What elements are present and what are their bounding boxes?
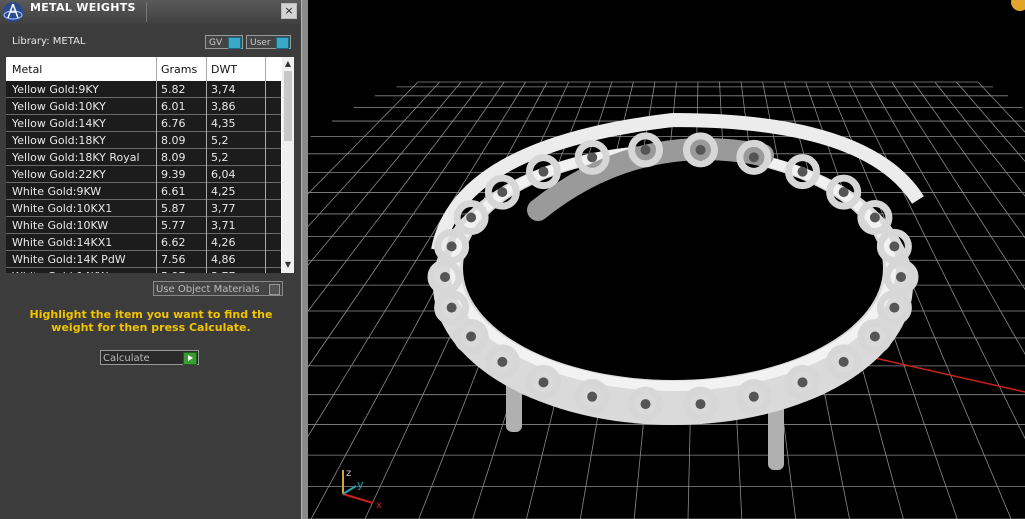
scroll-thumb[interactable] [284,71,292,141]
calculate-go-button[interactable] [183,352,197,365]
metal-cell: White Gold:14KX1 [12,236,113,249]
grams-cell: 8.09 [161,134,186,147]
instruction-text: Highlight the item you want to find the … [29,308,273,334]
metal-cell: White Gold:10KW [12,219,109,232]
grams-cell: 6.62 [161,236,186,249]
library-label: Library: METAL [12,36,86,47]
viewport-canvas: z y x [308,0,1025,519]
column-divider [265,57,266,273]
grams-cell: 5.82 [161,83,186,96]
metal-cell: Yellow Gold:9KY [12,83,99,96]
scroll-down-icon[interactable]: ▼ [283,260,293,270]
column-divider [206,57,207,273]
metal-cell: White Gold:9KW [12,185,102,198]
3d-viewport[interactable]: z y x [308,0,1025,519]
triad-y-label: y [357,478,364,491]
grams-cell: 6.61 [161,185,186,198]
gv-toggle[interactable]: GV [205,35,243,49]
dwt-cell: 4,25 [211,185,236,198]
grams-cell: 5.87 [161,202,186,215]
table-row[interactable]: Yellow Gold:10KY 6.01 3,86 [6,98,281,115]
grams-cell: 7.56 [161,253,186,266]
dwt-cell: 3,77 [211,270,236,273]
table-row[interactable]: White Gold:10KW 5.77 3,71 [6,217,281,234]
table-row[interactable]: White Gold:9KW 6.61 4,25 [6,183,281,200]
close-button[interactable]: × [281,3,297,19]
titlebar-divider [146,2,147,22]
column-header-metal[interactable]: Metal [12,63,42,76]
panel-titlebar[interactable]: METAL WEIGHTS × [0,0,301,24]
dwt-cell: 6,04 [211,168,236,181]
use-object-materials-label: Use Object Materials [156,284,260,295]
user-toggle-switch-icon [276,37,289,49]
table-row[interactable]: White Gold:10KX1 5.87 3,77 [6,200,281,217]
metal-weights-panel: METAL WEIGHTS × Library: METAL GV User M… [0,0,301,519]
scroll-up-icon[interactable]: ▲ [283,59,293,69]
column-header-grams[interactable]: Grams [161,63,197,76]
metal-cell: White Gold:14K PdW [12,253,126,266]
triad-x-label: x [376,500,382,511]
grams-cell: 6.76 [161,117,186,130]
table-header: Metal Grams DWT [6,57,281,82]
dwt-cell: 4,26 [211,236,236,249]
table-row[interactable]: White Gold:14K PdW 7.56 4,86 [6,251,281,268]
dwt-cell: 3,74 [211,83,236,96]
viewport-corner-widget-icon[interactable] [1011,0,1025,11]
dwt-cell: 3,77 [211,202,236,215]
grams-cell: 5.77 [161,219,186,232]
use-object-materials-checkbox[interactable]: Use Object Materials [153,281,283,296]
table-scrollbar[interactable]: ▲ ▼ [282,57,294,273]
calculate-dropdown[interactable]: Calculate [100,350,199,365]
calculate-label: Calculate [103,353,150,364]
gv-toggle-label: GV [209,38,223,48]
grams-cell: 6.01 [161,100,186,113]
table-row[interactable]: Yellow Gold:18KY Royal 8.09 5,2 [6,149,281,166]
metal-cell: Yellow Gold:18KY Royal [12,151,140,164]
table-row[interactable]: Yellow Gold:9KY 5.82 3,74 [6,81,281,98]
metal-cell: White Gold:10KX1 [12,202,113,215]
user-toggle[interactable]: User [246,35,291,49]
app-logo-icon [3,2,23,22]
table-row[interactable]: White Gold:14KW 5.97 3,77 [6,268,281,273]
triad-z-label: z [346,468,351,479]
metal-cell: Yellow Gold:18KY [12,134,106,147]
column-divider [156,57,157,273]
panel-title: METAL WEIGHTS [30,1,136,14]
ring-band-hole [463,156,883,380]
metal-cell: Yellow Gold:14KY [12,117,106,130]
dwt-cell: 5,2 [211,151,229,164]
user-toggle-label: User [250,38,271,48]
metal-cell: White Gold:14KW [12,270,108,273]
table-row[interactable]: Yellow Gold:22KY 9.39 6,04 [6,166,281,183]
metal-cell: Yellow Gold:10KY [12,100,106,113]
dwt-cell: 3,71 [211,219,236,232]
panel-splitter[interactable] [301,0,308,519]
grams-cell: 9.39 [161,168,186,181]
axis-triad: z y x [342,468,382,511]
checkbox-icon [269,284,280,295]
table-body: Yellow Gold:9KY 5.82 3,74 Yellow Gold:10KY 6… [6,81,281,273]
gv-toggle-switch-icon [228,37,241,49]
column-header-dwt[interactable]: DWT [211,63,237,76]
dwt-cell: 4,35 [211,117,236,130]
table-row[interactable]: Yellow Gold:18KY 8.09 5,2 [6,132,281,149]
dwt-cell: 5,2 [211,134,229,147]
grams-cell: 8.09 [161,151,186,164]
dwt-cell: 3,86 [211,100,236,113]
metal-cell: Yellow Gold:22KY [12,168,106,181]
table-row[interactable]: Yellow Gold:14KY 6.76 4,35 [6,115,281,132]
grams-cell: 5.97 [161,270,186,273]
dwt-cell: 4,86 [211,253,236,266]
metal-table: Metal Grams DWT Yellow Gold:9KY 5.82 3,74 Y… [6,57,294,273]
table-row[interactable]: White Gold:14KX1 6.62 4,26 [6,234,281,251]
